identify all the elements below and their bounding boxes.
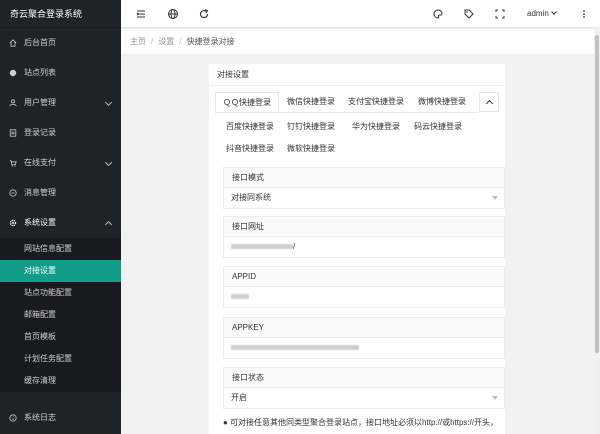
breadcrumb: 主页 / 设置 / 快捷登录对接 bbox=[121, 29, 600, 55]
info-icon bbox=[9, 414, 17, 422]
globe-icon bbox=[9, 69, 17, 77]
tag-icon[interactable] bbox=[463, 8, 475, 20]
user-menu[interactable]: admin bbox=[527, 9, 557, 18]
sidebar-item-system-settings[interactable]: 系统设置 bbox=[0, 208, 121, 238]
redacted-value bbox=[231, 345, 359, 351]
app-logo-title: 奇云聚合登录系统 bbox=[0, 0, 121, 28]
breadcrumb-separator: / bbox=[151, 37, 154, 46]
interface-status-select[interactable]: 开启 bbox=[224, 388, 504, 408]
tab-alipay-login[interactable]: 支付宝快捷登录 bbox=[343, 92, 409, 112]
sidebar-item-label: 用户管理 bbox=[24, 98, 56, 107]
field-interface-mode: 接口模式 对接同系统 bbox=[223, 167, 505, 209]
refresh-icon[interactable] bbox=[198, 8, 210, 20]
tabs-divider bbox=[215, 112, 479, 113]
sidebar-item-label: 站点列表 bbox=[24, 68, 56, 77]
field-interface-status: 接口状态 开启 bbox=[223, 367, 505, 409]
field-label: APPID bbox=[224, 267, 504, 287]
interface-url-input[interactable]: / bbox=[224, 237, 504, 257]
caret-down-icon bbox=[492, 196, 498, 200]
sidebar-item-label: 在线支付 bbox=[24, 158, 56, 167]
sidebar-subitem-home-template[interactable]: 首页模板 bbox=[0, 326, 121, 348]
sidebar-subitem-cron[interactable]: 计划任务配置 bbox=[0, 348, 121, 370]
sidebar-item-system-log[interactable]: 系统日志 bbox=[0, 402, 121, 434]
sidebar-subitem-integration[interactable]: 对接设置 bbox=[0, 260, 121, 282]
sidebar-item-messages[interactable]: 消息管理 bbox=[0, 178, 121, 208]
sidebar-item-label: 系统日志 bbox=[24, 413, 56, 422]
page-scrollbar[interactable] bbox=[594, 29, 600, 434]
field-label: 接口模式 bbox=[224, 168, 504, 188]
breadcrumb-current: 快捷登录对接 bbox=[186, 37, 235, 46]
tab-gitee-login[interactable]: 码云快捷登录 bbox=[409, 117, 467, 137]
card-title: 对接设置 bbox=[209, 64, 505, 86]
user-icon bbox=[9, 99, 17, 107]
redacted-value bbox=[231, 244, 293, 250]
sidebar-submenu: 网站信息配置 对接设置 站点功能配置 邮箱配置 首页模板 计划任务配置 缓存清理 bbox=[0, 238, 121, 392]
chevron-down-icon bbox=[104, 98, 113, 107]
field-appid: APPID bbox=[223, 266, 505, 308]
sidebar-item-users[interactable]: 用户管理 bbox=[0, 88, 121, 118]
tab-huawei-login[interactable]: 华为快捷登录 bbox=[347, 117, 405, 137]
url-suffix: / bbox=[293, 242, 296, 251]
menu-toggle-icon[interactable] bbox=[135, 8, 147, 20]
home-icon bbox=[9, 39, 17, 47]
message-icon bbox=[9, 189, 17, 197]
sidebar: 奇云聚合登录系统 后台首页 站点列表 用户管理 登录记录 在线支付 消息管理 系… bbox=[0, 0, 121, 434]
globe-icon[interactable] bbox=[167, 8, 179, 20]
field-label: 接口网址 bbox=[224, 217, 504, 237]
scrollbar-thumb[interactable] bbox=[595, 35, 599, 353]
gear-icon bbox=[9, 219, 17, 227]
field-interface-url: 接口网址 / bbox=[223, 216, 505, 258]
interface-mode-select[interactable]: 对接同系统 bbox=[224, 188, 504, 208]
caret-down-icon bbox=[492, 396, 498, 400]
sidebar-item-login-records[interactable]: 登录记录 bbox=[0, 118, 121, 148]
select-value: 对接同系统 bbox=[231, 193, 271, 202]
sidebar-item-label: 消息管理 bbox=[24, 188, 56, 197]
chevron-up-icon bbox=[104, 220, 113, 229]
chevron-up-icon bbox=[485, 99, 494, 108]
sidebar-item-label: 登录记录 bbox=[24, 128, 56, 137]
sidebar-item-dashboard[interactable]: 后台首页 bbox=[0, 28, 121, 58]
sidebar-item-label: 系统设置 bbox=[24, 218, 56, 227]
tabs-collapse-button[interactable] bbox=[479, 92, 499, 112]
sidebar-subitem-cache[interactable]: 缓存清理 bbox=[0, 370, 121, 392]
field-label: 接口状态 bbox=[224, 368, 504, 388]
appid-input[interactable] bbox=[224, 287, 504, 307]
sidebar-subitem-email[interactable]: 邮箱配置 bbox=[0, 304, 121, 326]
tab-douyin-login[interactable]: 抖音快捷登录 bbox=[221, 139, 279, 159]
sidebar-subitem-site-features[interactable]: 站点功能配置 bbox=[0, 282, 121, 304]
fullscreen-icon[interactable] bbox=[494, 8, 506, 20]
sidebar-item-payment[interactable]: 在线支付 bbox=[0, 148, 121, 178]
cart-icon bbox=[9, 160, 17, 167]
tab-baidu-login[interactable]: 百度快捷登录 bbox=[221, 117, 279, 137]
sidebar-subitem-site-info[interactable]: 网站信息配置 bbox=[0, 238, 121, 260]
chevron-down-icon bbox=[550, 9, 557, 15]
theme-palette-icon[interactable] bbox=[432, 8, 444, 20]
select-value: 开启 bbox=[231, 393, 247, 402]
sidebar-item-label: 后台首页 bbox=[24, 38, 56, 47]
sidebar-item-sites[interactable]: 站点列表 bbox=[0, 58, 121, 88]
tab-qq-login[interactable]: ＱＱ快捷登录 bbox=[215, 92, 279, 112]
breadcrumb-home[interactable]: 主页 bbox=[130, 37, 146, 46]
top-header: admin bbox=[121, 0, 600, 28]
appkey-input[interactable] bbox=[224, 338, 504, 358]
username: admin bbox=[527, 9, 549, 18]
redacted-value bbox=[231, 294, 249, 300]
list-icon bbox=[9, 129, 17, 137]
more-vertical-icon[interactable] bbox=[578, 8, 590, 20]
tab-weibo-login[interactable]: 微博快捷登录 bbox=[413, 92, 471, 112]
field-label: APPKEY bbox=[224, 318, 504, 338]
breadcrumb-separator: / bbox=[179, 37, 182, 46]
tab-wechat-login[interactable]: 微信快捷登录 bbox=[283, 92, 339, 112]
tab-microsoft-login[interactable]: 微软快捷登录 bbox=[283, 139, 339, 159]
help-note: ● 可对接任意其他同类型聚合登录站点，接口地址必须以http://或https:… bbox=[223, 418, 499, 427]
settings-card: 对接设置 ＱＱ快捷登录 微信快捷登录 支付宝快捷登录 微博快捷登录 百度快捷登录… bbox=[209, 64, 505, 434]
chevron-down-icon bbox=[104, 158, 113, 167]
tab-dingtalk-login[interactable]: 钉钉快捷登录 bbox=[283, 117, 339, 137]
field-appkey: APPKEY bbox=[223, 317, 505, 359]
breadcrumb-section[interactable]: 设置 bbox=[158, 37, 174, 46]
